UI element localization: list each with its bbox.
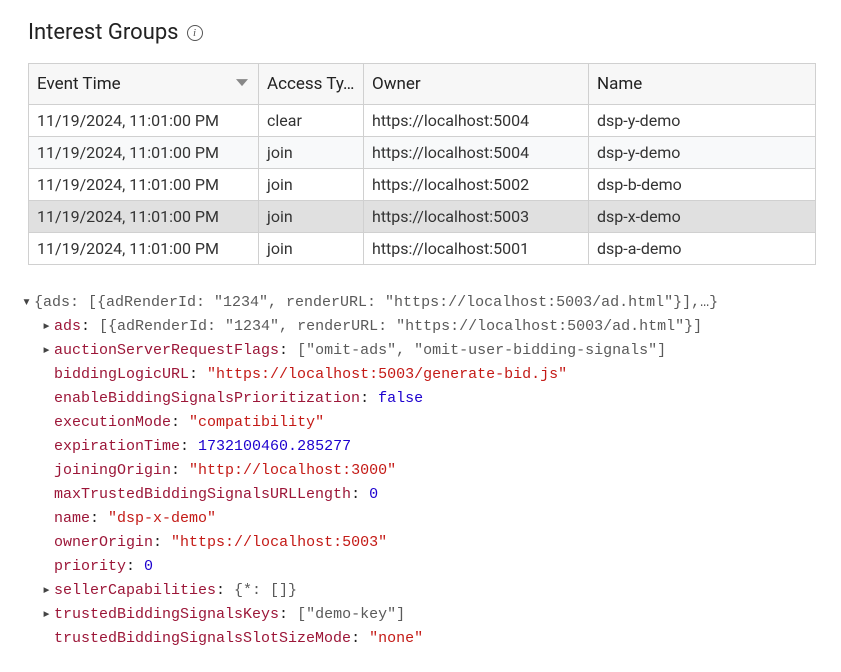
cell-type: join xyxy=(259,169,364,201)
table-row[interactable]: 11/19/2024, 11:01:00 PMclearhttps://loca… xyxy=(29,105,816,137)
cell-owner: https://localhost:5004 xyxy=(364,105,589,137)
table-row[interactable]: 11/19/2024, 11:01:00 PMjoinhttps://local… xyxy=(29,137,816,169)
table-body: 11/19/2024, 11:01:00 PMclearhttps://loca… xyxy=(29,105,816,265)
tree-node-trustedBiddingSignalsSlotSizeMode[interactable]: trustedBiddingSignalsSlotSizeMode: "none… xyxy=(14,627,831,651)
tree-node-maxTrustedBiddingSignalsURLLength[interactable]: maxTrustedBiddingSignalsURLLength: 0 xyxy=(14,483,831,507)
interest-groups-table: Event Time Access Ty… Owner Name 11/19/2… xyxy=(28,63,816,265)
col-header-owner[interactable]: Owner xyxy=(364,64,589,105)
cell-time: 11/19/2024, 11:01:00 PM xyxy=(29,137,259,169)
sort-desc-icon xyxy=(236,79,248,86)
cell-owner: https://localhost:5002 xyxy=(364,169,589,201)
table-header-row: Event Time Access Ty… Owner Name xyxy=(29,64,816,105)
col-header-access-type[interactable]: Access Ty… xyxy=(259,64,364,105)
detail-tree: {ads: [{adRenderId: "1234", renderURL: "… xyxy=(14,291,831,651)
table-row[interactable]: 11/19/2024, 11:01:00 PMjoinhttps://local… xyxy=(29,201,816,233)
panel-title: Interest Groups xyxy=(28,20,179,45)
tree-node-ownerOrigin[interactable]: ownerOrigin: "https://localhost:5003" xyxy=(14,531,831,555)
cell-type: join xyxy=(259,201,364,233)
info-icon[interactable]: i xyxy=(187,25,203,41)
col-header-event-time[interactable]: Event Time xyxy=(29,64,259,105)
tree-node-enableBiddingSignalsPrioritization[interactable]: enableBiddingSignalsPrioritization: fals… xyxy=(14,387,831,411)
tree-node-trustedBiddingSignalsKeys[interactable]: trustedBiddingSignalsKeys: ["demo-key"] xyxy=(14,603,831,627)
tree-node-auctionServerRequestFlags[interactable]: auctionServerRequestFlags: ["omit-ads", … xyxy=(14,339,831,363)
chevron-down-icon[interactable] xyxy=(22,291,34,315)
cell-owner: https://localhost:5004 xyxy=(364,137,589,169)
table-row[interactable]: 11/19/2024, 11:01:00 PMjoinhttps://local… xyxy=(29,233,816,265)
chevron-right-icon[interactable] xyxy=(42,579,54,603)
cell-time: 11/19/2024, 11:01:00 PM xyxy=(29,169,259,201)
cell-type: join xyxy=(259,233,364,265)
chevron-right-icon[interactable] xyxy=(42,603,54,627)
cell-time: 11/19/2024, 11:01:00 PM xyxy=(29,201,259,233)
tree-node-ads[interactable]: ads: [{adRenderId: "1234", renderURL: "h… xyxy=(14,315,831,339)
tree-node-name[interactable]: name: "dsp-x-demo" xyxy=(14,507,831,531)
cell-owner: https://localhost:5001 xyxy=(364,233,589,265)
chevron-right-icon[interactable] xyxy=(42,339,54,363)
tree-node-joiningOrigin[interactable]: joiningOrigin: "http://localhost:3000" xyxy=(14,459,831,483)
cell-type: join xyxy=(259,137,364,169)
cell-name: dsp-b-demo xyxy=(589,169,816,201)
cell-name: dsp-y-demo xyxy=(589,137,816,169)
cell-type: clear xyxy=(259,105,364,137)
cell-time: 11/19/2024, 11:01:00 PM xyxy=(29,105,259,137)
tree-node-expirationTime[interactable]: expirationTime: 1732100460.285277 xyxy=(14,435,831,459)
cell-name: dsp-x-demo xyxy=(589,201,816,233)
tree-node-executionMode[interactable]: executionMode: "compatibility" xyxy=(14,411,831,435)
cell-time: 11/19/2024, 11:01:00 PM xyxy=(29,233,259,265)
chevron-right-icon[interactable] xyxy=(42,315,54,339)
cell-name: dsp-y-demo xyxy=(589,105,816,137)
tree-root[interactable]: {ads: [{adRenderId: "1234", renderURL: "… xyxy=(14,291,831,315)
table-row[interactable]: 11/19/2024, 11:01:00 PMjoinhttps://local… xyxy=(29,169,816,201)
tree-node-sellerCapabilities[interactable]: sellerCapabilities: {*: []} xyxy=(14,579,831,603)
cell-owner: https://localhost:5003 xyxy=(364,201,589,233)
col-header-name[interactable]: Name xyxy=(589,64,816,105)
cell-name: dsp-a-demo xyxy=(589,233,816,265)
tree-node-biddingLogicURL[interactable]: biddingLogicURL: "https://localhost:5003… xyxy=(14,363,831,387)
panel-title-row: Interest Groups i xyxy=(28,20,831,45)
tree-node-priority[interactable]: priority: 0 xyxy=(14,555,831,579)
